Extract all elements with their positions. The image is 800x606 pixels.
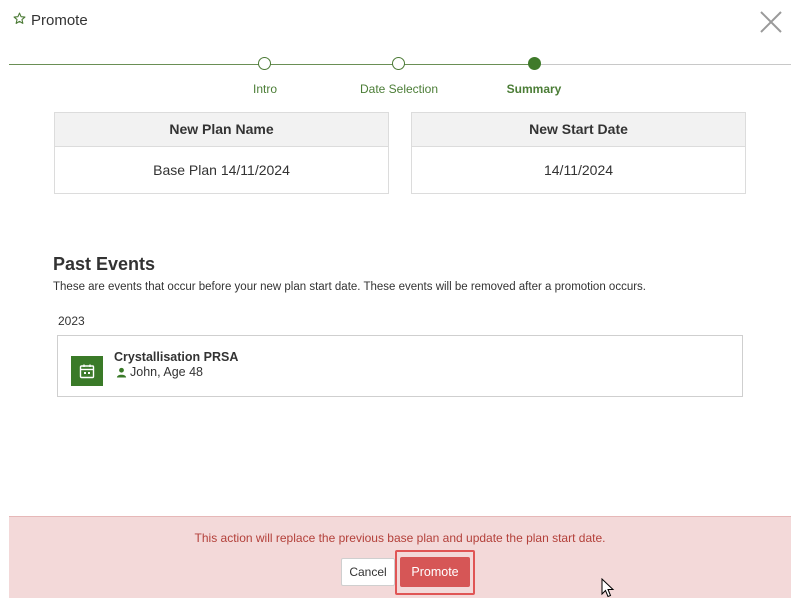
event-year-heading: 2023 [58,314,85,328]
past-events-description: These are events that occur before your … [53,281,646,293]
new-start-date-header: New Start Date [412,113,745,147]
close-button[interactable] [757,8,785,36]
step-intro-label[interactable]: Intro [253,82,277,96]
step-summary-label[interactable]: Summary [507,82,562,96]
step-date-selection-dot[interactable] [392,57,405,70]
new-start-date-card: New Start Date 14/11/2024 [411,112,746,194]
step-date-selection-label[interactable]: Date Selection [360,82,438,96]
dialog-title: Promote [13,12,88,29]
event-person: John, Age 48 [116,365,203,379]
new-plan-name-header: New Plan Name [55,113,388,147]
new-plan-name-card: New Plan Name Base Plan 14/11/2024 [54,112,389,194]
step-intro-dot[interactable] [258,57,271,70]
event-card[interactable]: Crystallisation PRSA John, Age 48 [57,335,743,397]
new-plan-name-value: Base Plan 14/11/2024 [153,162,290,178]
warning-message: This action will replace the previous ba… [194,531,606,545]
event-person-text: John, Age 48 [130,365,203,379]
new-start-date-value: 14/11/2024 [543,162,614,178]
event-title: Crystallisation PRSA [114,350,239,364]
past-events-title: Past Events [53,254,156,274]
person-icon [116,367,127,378]
calendar-icon [71,356,103,386]
confirmation-footer: This action will replace the previous ba… [9,516,791,598]
promote-button[interactable]: Promote [400,557,470,587]
close-icon [760,11,782,33]
stepper-progress [9,64,535,65]
mouse-cursor-icon [601,577,615,598]
cancel-button[interactable]: Cancel [341,558,395,586]
star-outline-icon [13,12,26,29]
step-summary-dot[interactable] [528,57,541,70]
dialog-title-text: Promote [31,12,88,29]
